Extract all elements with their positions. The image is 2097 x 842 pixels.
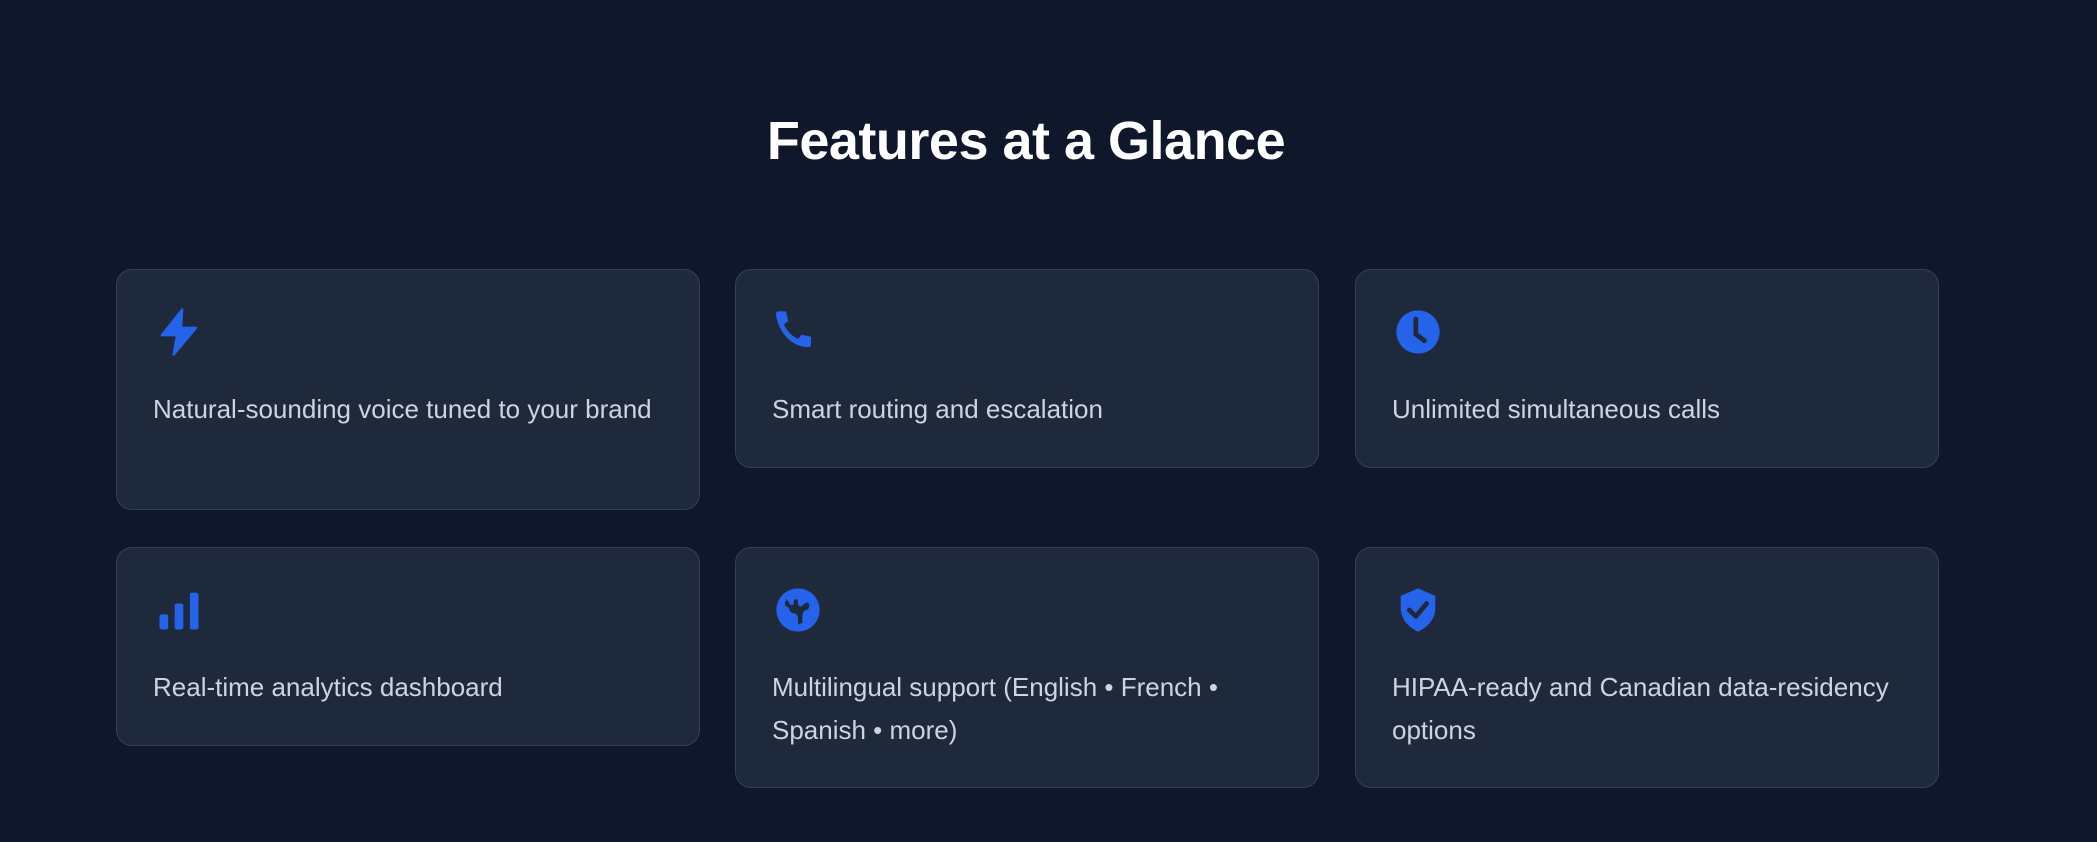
feature-card-calls: Unlimited simultaneous calls [1355,269,1939,468]
lightning-icon [153,306,205,358]
feature-text: Unlimited simultaneous calls [1392,394,1721,424]
clock-icon [1392,306,1444,358]
shield-check-icon [1392,584,1444,636]
feature-card-routing: Smart routing and escalation [735,269,1319,468]
bar-chart-icon [153,584,205,636]
feature-card-analytics: Real-time analytics dashboard [116,547,700,746]
feature-text: Smart routing and escalation [772,394,1103,424]
globe-icon [772,584,824,636]
feature-text: Natural-sounding voice tuned to your bra… [153,394,652,424]
feature-card-voice: Natural-sounding voice tuned to your bra… [116,269,700,510]
feature-card-multilingual: Multilingual support (English • French •… [735,547,1319,788]
section-title: Features at a Glance [766,111,1286,171]
phone-icon [772,306,824,358]
feature-text: Multilingual support (English • French •… [772,672,1218,745]
feature-card-compliance: HIPAA-ready and Canadian data-residency … [1355,547,1939,788]
feature-text: Real-time analytics dashboard [153,672,503,702]
feature-text: HIPAA-ready and Canadian data-residency … [1392,672,1889,745]
